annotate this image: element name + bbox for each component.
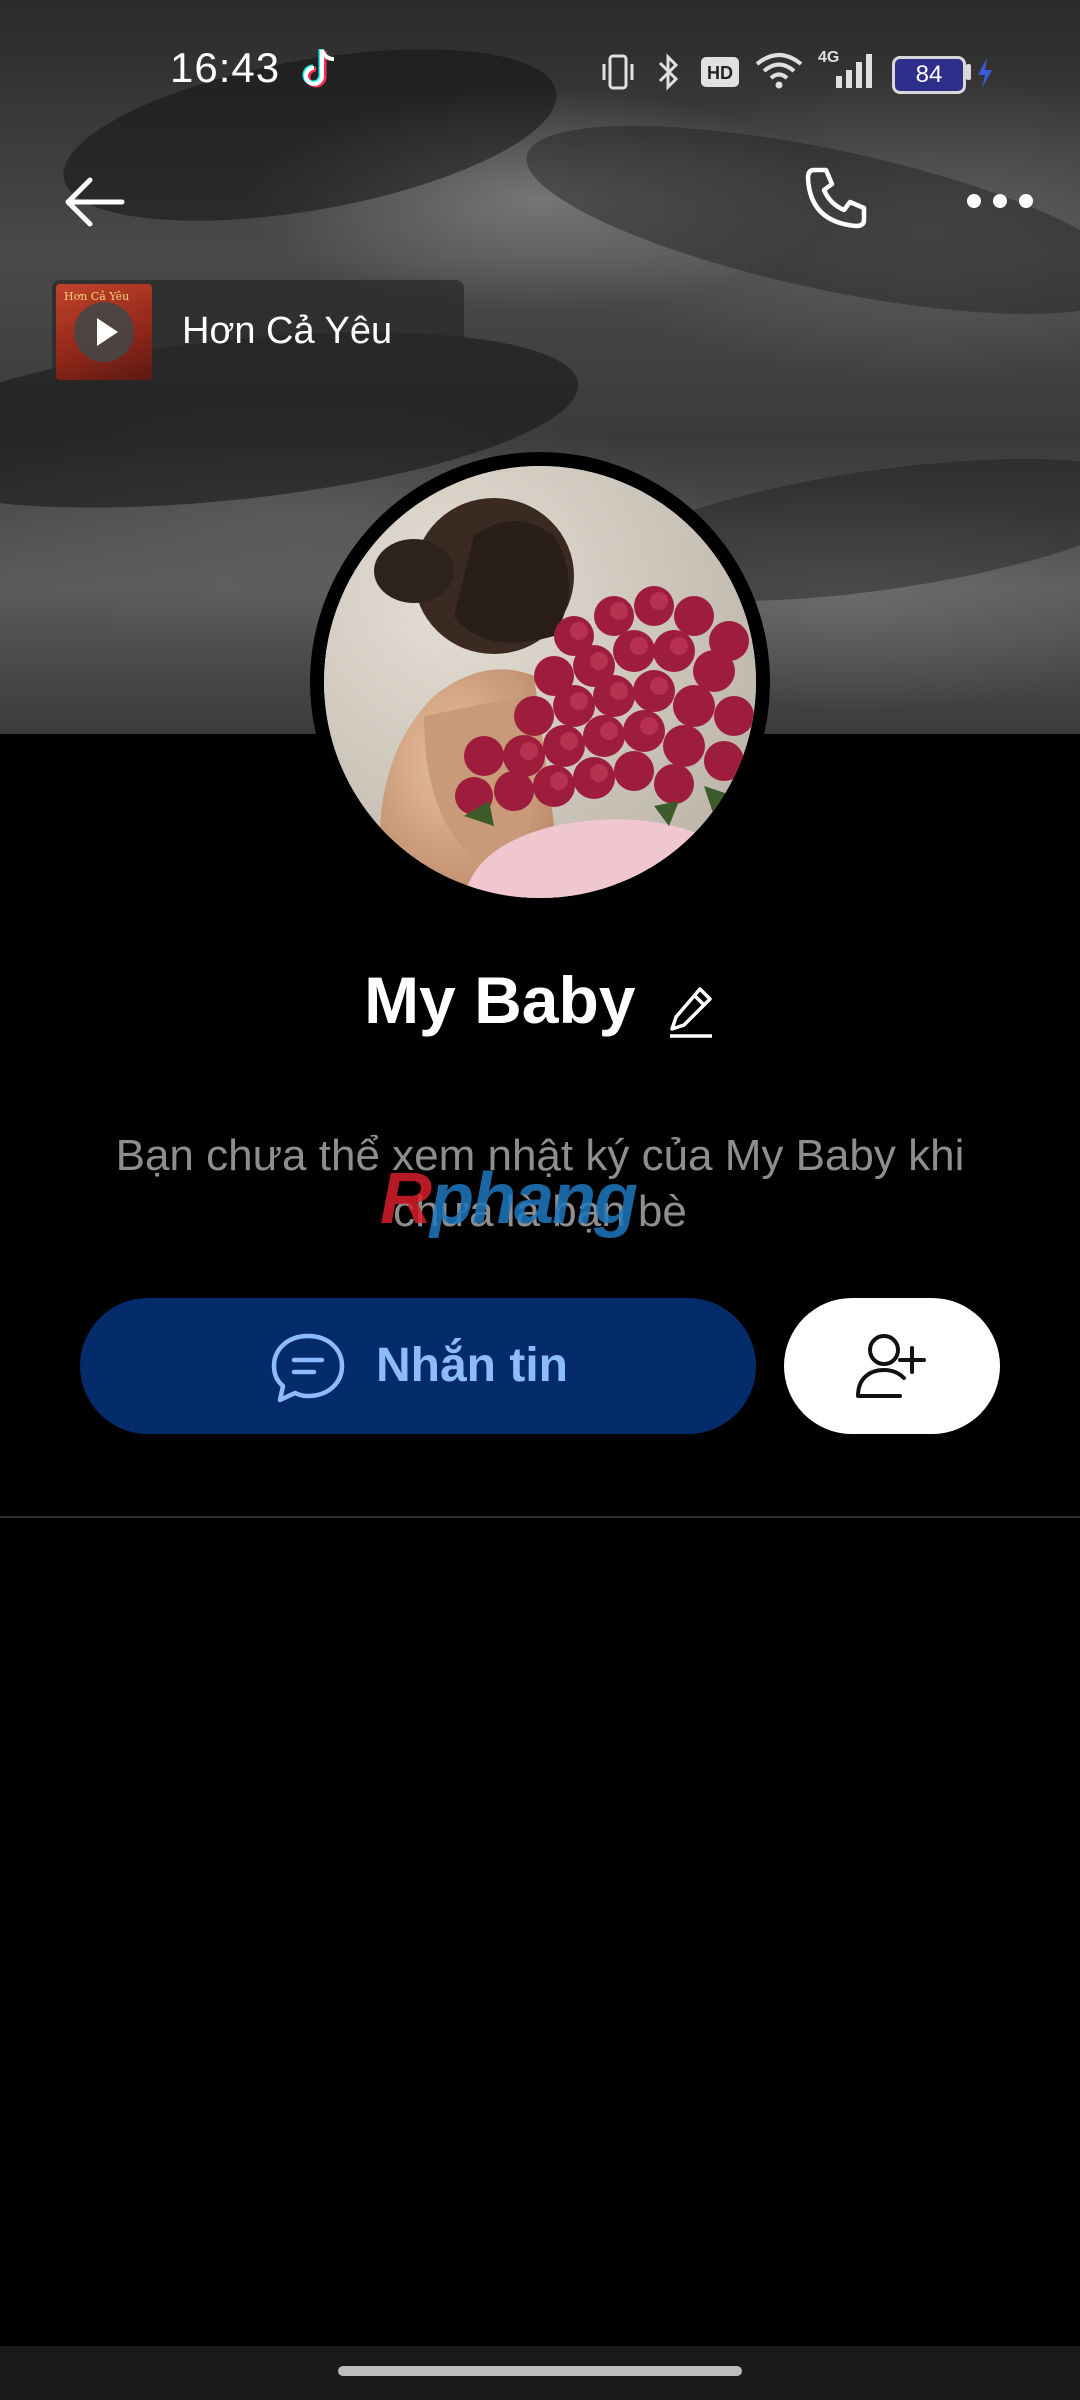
profile-music-card[interactable]: Hơn Cả Yêu Hơn Cả Yêu [52,280,464,384]
profile-name-row: My Baby [0,962,1080,1044]
play-icon [97,318,118,346]
pencil-icon [669,987,712,1039]
more-options-button[interactable] [966,186,1034,216]
edit-name-button[interactable] [666,985,716,1044]
battery-tip [966,64,971,80]
charging-icon [976,58,994,93]
play-button[interactable] [74,302,134,362]
music-cover-art: Hơn Cả Yêu [56,284,152,380]
back-button[interactable] [60,170,130,234]
arrow-left-icon [65,177,125,227]
cellular-signal-icon: 4G [818,46,876,95]
bluetooth-icon [654,52,682,97]
svg-text:HD: HD [707,63,733,83]
watermark-logo: Rphang [380,1159,638,1239]
hd-icon: HD [700,56,740,93]
user-plus-icon [854,1328,930,1407]
music-title: Hơn Cả Yêu [182,310,393,352]
home-gesture-handle[interactable] [338,2366,742,2376]
svg-text:4G: 4G [818,49,839,66]
message-button-label: Nhắn tin [376,1339,568,1392]
add-friend-button[interactable] [784,1298,1000,1434]
tiktok-icon [302,48,338,95]
message-button[interactable]: Nhắn tin [80,1298,756,1434]
chat-bubble-icon [270,1332,346,1407]
phone-icon [805,167,867,229]
avatar-container[interactable] [310,452,770,912]
status-bar: 16:43 HD 4G 84 [0,0,1080,140]
status-time: 16:43 [170,44,281,91]
profile-name: My Baby [364,963,636,1037]
avatar [324,466,756,898]
section-divider [0,1516,1080,1518]
more-horizontal-icon [967,194,1033,208]
battery-indicator: 84 [892,56,966,94]
call-button[interactable] [800,162,872,234]
wifi-icon [754,50,804,95]
avatar-photo [324,466,756,898]
vibrate-icon [600,52,636,97]
